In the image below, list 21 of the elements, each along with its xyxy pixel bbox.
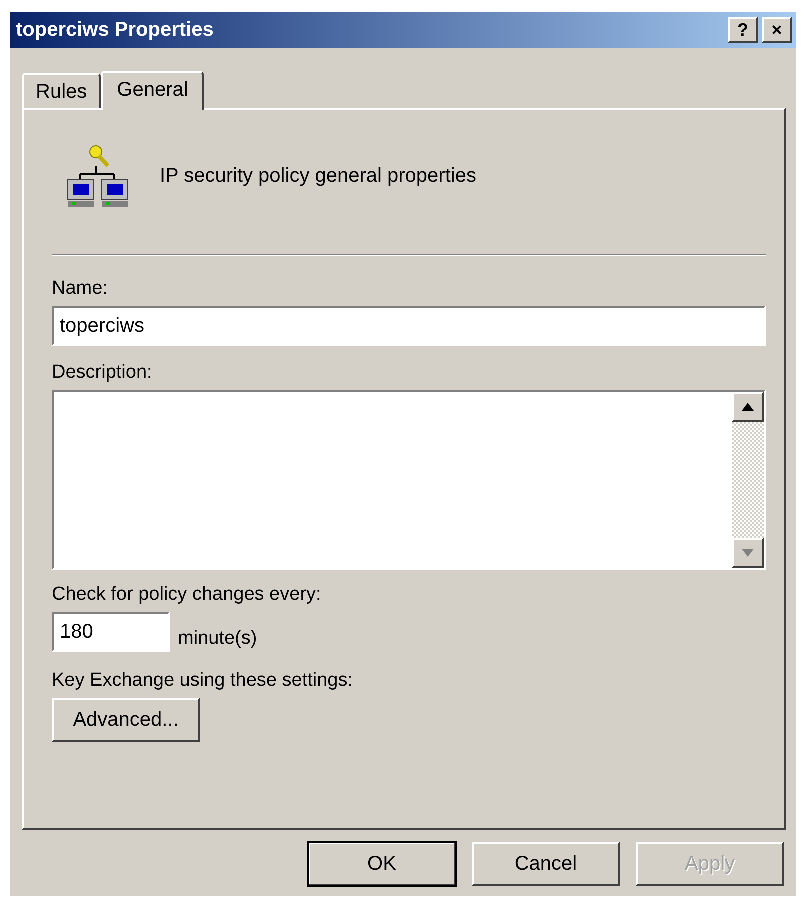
networked-computers-icon [66, 144, 130, 208]
advanced-button[interactable]: Advanced... [52, 698, 200, 742]
scrollbar[interactable] [732, 392, 764, 568]
unit-label: minute(s) [178, 628, 258, 651]
key-exchange-label: Key Exchange using these settings: [52, 670, 354, 692]
name-field[interactable]: toperciws [52, 306, 766, 346]
description-label: Description: [52, 362, 154, 384]
tab[interactable]: Rules [22, 73, 102, 108]
dialog-button[interactable]: OK [308, 842, 456, 886]
interval-label: Check for policy changes every: [52, 584, 322, 606]
help-button[interactable]: ? [728, 17, 758, 43]
close-button[interactable]: × [762, 17, 792, 43]
dialog-button[interactable]: Cancel [472, 842, 620, 886]
scroll-up-icon[interactable] [742, 403, 754, 411]
interval-field[interactable]: 180 [52, 612, 170, 652]
section-heading: IP security policy general properties [160, 164, 476, 188]
description-field[interactable] [52, 390, 766, 570]
window-title: toperciws Properties [16, 18, 214, 42]
tab[interactable]: General [101, 71, 204, 110]
name-label: Name: [52, 278, 109, 300]
scroll-down-icon[interactable] [742, 549, 754, 557]
